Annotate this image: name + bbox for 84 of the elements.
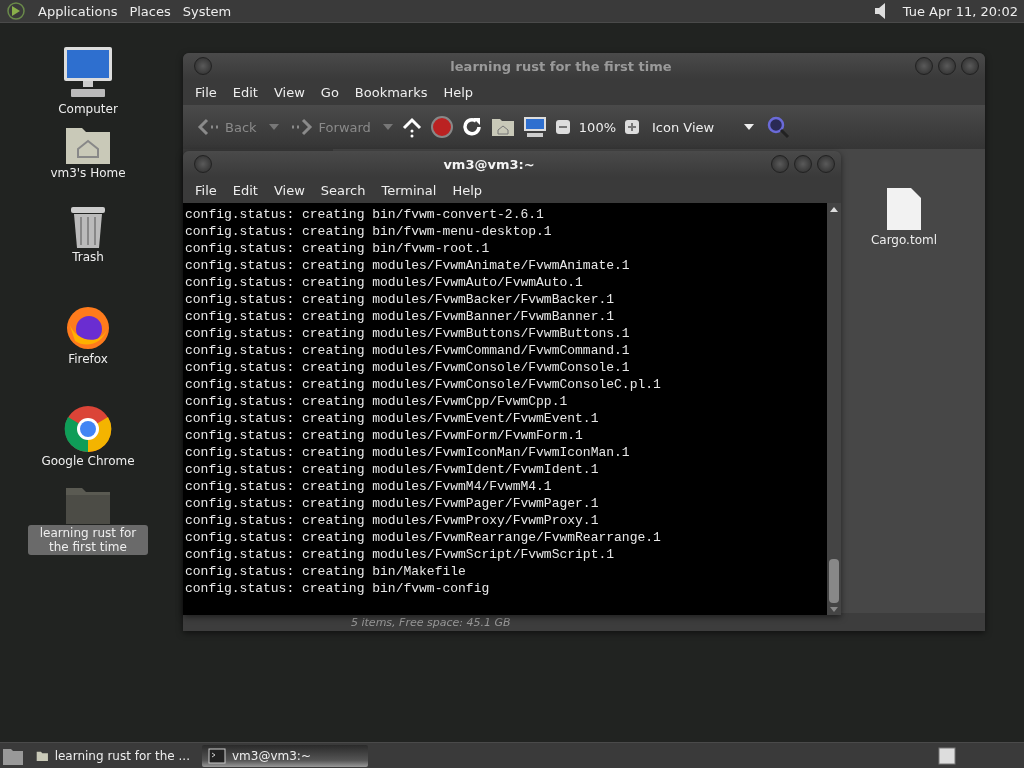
menu-item[interactable]: View <box>267 84 311 100</box>
desktop-icon-label[interactable]: vm3's Home <box>46 165 130 181</box>
menu-item[interactable]: Edit <box>226 182 264 198</box>
menu-item[interactable]: Search <box>314 182 372 198</box>
close-button[interactable] <box>961 57 979 75</box>
terminal-line: config.status: creating modules/FvwmEvent/FvwmEvent.1 <box>185 410 600 427</box>
terminal-icon <box>208 747 226 764</box>
terminal-line: config.status: creating bin/fvwm-convert-2.6.1 <box>185 206 545 223</box>
terminal-line: config.status: creating modules/FvwmPager/FvwmPager.1 <box>185 495 600 512</box>
zoom-in-icon[interactable] <box>624 119 640 135</box>
document-icon[interactable] <box>885 187 922 231</box>
taskbar-item[interactable]: learning rust for the ... <box>30 744 196 767</box>
panel-menu[interactable]: System <box>182 3 232 19</box>
terminal-line: config.status: creating bin/fvwm-root.1 <box>185 240 491 257</box>
desktop-icon-label[interactable]: Google Chrome <box>37 453 139 469</box>
terminal-line: config.status: creating modules/FvwmConsole/FvwmConsole.1 <box>185 359 631 376</box>
menu-item[interactable]: File <box>189 84 223 100</box>
workspace-icon[interactable] <box>938 746 956 765</box>
terminal-line: config.status: creating modules/FvwmM4/FvwmM4.1 <box>185 478 553 495</box>
panel-menu[interactable]: Applications <box>38 3 118 19</box>
up-arrow-icon[interactable] <box>400 116 423 138</box>
menu-item[interactable]: Help <box>437 84 480 100</box>
terminal-line: config.status: creating modules/FvwmButtons/FvwmButtons.1 <box>185 325 631 342</box>
home-folder-icon <box>65 125 111 165</box>
terminal-line: config.status: creating bin/Makefile <box>185 563 467 580</box>
terminal-line: config.status: creating modules/FvwmAnimate/FvwmAnimate.1 <box>185 257 631 274</box>
terminal-line: config.status: creating modules/FvwmRearrange/FvwmRearrange.1 <box>185 529 662 546</box>
menu-item[interactable]: Edit <box>226 84 264 100</box>
menu-item[interactable]: Help <box>446 182 489 198</box>
desktop-icon-label[interactable]: Firefox <box>64 351 112 367</box>
caret-icon[interactable] <box>382 124 393 130</box>
search-icon[interactable] <box>766 115 790 139</box>
terminal-line: config.status: creating modules/FvwmIconMan/FvwmIconMan.1 <box>185 444 631 461</box>
terminal-line: config.status: creating modules/FvwmCommand/FvwmCommand.1 <box>185 342 631 359</box>
menu-item[interactable]: Bookmarks <box>348 84 434 100</box>
terminal-line: config.status: creating modules/FvwmConsole/FvwmConsoleC.pl.1 <box>185 376 662 393</box>
home-folder-icon[interactable] <box>490 117 515 137</box>
back-arrow-icon <box>197 118 219 136</box>
computer-icon[interactable] <box>522 116 547 138</box>
taskbar-item[interactable]: vm3@vm3:~ <box>202 744 368 767</box>
window-title: learning rust for the first time <box>449 58 673 74</box>
menu-item[interactable]: View <box>267 182 311 198</box>
terminal-line: config.status: creating modules/FvwmAuto/FvwmAuto.1 <box>185 274 584 291</box>
caret-icon <box>744 124 754 130</box>
distro-logo-icon <box>6 1 26 21</box>
maximize-button[interactable] <box>938 57 956 75</box>
window-menu-button[interactable] <box>194 155 212 173</box>
minimize-button[interactable] <box>771 155 789 173</box>
terminal-line: config.status: creating modules/FvwmBanner/FvwmBanner.1 <box>185 308 616 325</box>
desktop-icon-label[interactable]: Computer <box>54 101 122 117</box>
status-text: 5 items, Free space: 45.1 GB <box>351 615 511 629</box>
caret-icon[interactable] <box>268 124 279 130</box>
trash-icon <box>69 205 107 249</box>
desktop-icon-label[interactable]: learning rust for the first time <box>28 525 148 555</box>
stop-icon[interactable] <box>430 116 453 138</box>
minimize-button[interactable] <box>915 57 933 75</box>
scrollbar[interactable] <box>827 203 841 615</box>
terminal-line: config.status: creating modules/FvwmScript/FvwmScript.1 <box>185 546 616 563</box>
view-dropdown[interactable]: Icon View <box>648 117 758 137</box>
close-button[interactable] <box>817 155 835 173</box>
forward-arrow-icon <box>290 118 313 136</box>
clock[interactable]: Tue Apr 11, 20:02 <box>902 3 1018 19</box>
reload-icon[interactable] <box>460 116 483 138</box>
terminal-line: config.status: creating modules/FvwmBacker/FvwmBacker.1 <box>185 291 616 308</box>
menu-item[interactable]: File <box>189 182 223 198</box>
terminal-line: config.status: creating bin/fvwm-config <box>185 580 491 597</box>
panel-menu[interactable]: Places <box>129 3 171 19</box>
menu-item[interactable]: Go <box>314 84 345 100</box>
terminal-line: config.status: creating modules/FvwmProxy/FvwmProxy.1 <box>185 512 600 529</box>
folder-icon <box>65 485 111 525</box>
window-menu-button[interactable] <box>194 57 212 75</box>
zoom-out-icon[interactable] <box>554 119 571 135</box>
file-name[interactable]: Cargo.toml <box>870 233 937 247</box>
terminal-line: config.status: creating modules/FvwmCpp/FvwmCpp.1 <box>185 393 569 410</box>
window-title: vm3@vm3:~ <box>442 156 536 172</box>
terminal-line: config.status: creating modules/FvwmForm/FvwmForm.1 <box>185 427 584 444</box>
desktop-icon-label[interactable]: Trash <box>68 249 108 265</box>
terminal-line: config.status: creating modules/FvwmIdent/FvwmIdent.1 <box>185 461 600 478</box>
menu-item[interactable]: Terminal <box>375 182 443 198</box>
browser-icon <box>64 405 112 453</box>
terminal-line: config.status: creating bin/fvwm-menu-desktop.1 <box>185 223 553 240</box>
zoom-level: 100% <box>578 119 616 135</box>
browser-icon <box>65 305 111 351</box>
maximize-button[interactable] <box>794 155 812 173</box>
